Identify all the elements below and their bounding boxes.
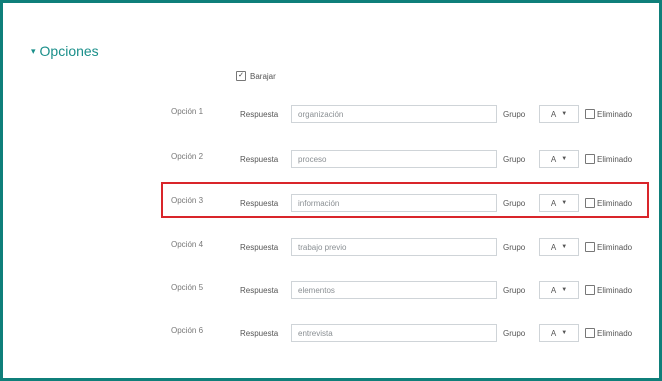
response-input[interactable]: organización [291,105,497,123]
option-label: Opción 1 [171,107,204,116]
deleted-option[interactable]: Eliminado [585,242,632,252]
dropdown-arrow-icon: ▼ [561,287,568,293]
response-input[interactable]: elementos [291,281,497,299]
option-label: Opción 6 [171,326,204,335]
option-label: Opción 5 [171,283,204,292]
option-label: Opción 4 [171,240,204,249]
group-select[interactable]: A ▼ [539,150,579,168]
collapse-caret-icon[interactable]: ▾ [31,46,36,57]
deleted-checkbox[interactable] [585,328,595,338]
deleted-checkbox[interactable] [585,285,595,295]
deleted-checkbox[interactable] [585,154,595,164]
option-row: Opción 5 Respuesta elementos Grupo A ▼ E… [3,277,659,301]
group-label: Grupo [503,243,526,252]
section-header-opciones[interactable]: ▾ Opciones [31,43,99,59]
dropdown-arrow-icon: ▼ [561,244,568,250]
response-label: Respuesta [240,155,279,164]
option-row: Opción 6 Respuesta entrevista Grupo A ▼ … [3,320,659,344]
dropdown-arrow-icon: ▼ [561,111,568,117]
group-value: A [550,328,557,338]
deleted-checkbox[interactable] [585,242,595,252]
deleted-option[interactable]: Eliminado [585,285,632,295]
group-label: Grupo [503,155,526,164]
group-select[interactable]: A ▼ [539,105,579,123]
group-select[interactable]: A ▼ [539,238,579,256]
shuffle-label: Barajar [250,71,276,81]
option-row: Opción 1 Respuesta organización Grupo A … [3,101,659,125]
options-panel: ▾ Opciones ✓ Barajar Opción 1 Respuesta … [0,0,662,381]
response-label: Respuesta [240,243,279,252]
response-input[interactable]: entrevista [291,324,497,342]
option-row: Opción 4 Respuesta trabajo previo Grupo … [3,234,659,258]
response-label: Respuesta [240,329,279,338]
group-select[interactable]: A ▼ [539,324,579,342]
deleted-label: Eliminado [597,285,633,295]
option-row: Opción 2 Respuesta proceso Grupo A ▼ Eli… [3,146,659,170]
group-label: Grupo [503,329,526,338]
section-title: Opciones [39,43,99,59]
deleted-label: Eliminado [597,154,633,164]
group-value: A [550,242,557,252]
response-input[interactable]: trabajo previo [291,238,497,256]
group-value: A [550,154,557,164]
shuffle-option[interactable]: ✓ Barajar [236,71,276,81]
dropdown-arrow-icon: ▼ [561,330,568,336]
response-label: Respuesta [240,286,279,295]
deleted-label: Eliminado [597,109,633,119]
shuffle-checkbox[interactable]: ✓ [236,71,246,81]
response-input[interactable]: proceso [291,150,497,168]
group-label: Grupo [503,286,526,295]
group-value: A [550,285,557,295]
highlight-box [161,182,649,218]
deleted-label: Eliminado [597,242,633,252]
response-label: Respuesta [240,110,279,119]
deleted-option[interactable]: Eliminado [585,328,632,338]
group-label: Grupo [503,110,526,119]
option-label: Opción 2 [171,152,204,161]
deleted-label: Eliminado [597,328,633,338]
dropdown-arrow-icon: ▼ [561,156,568,162]
deleted-checkbox[interactable] [585,109,595,119]
group-select[interactable]: A ▼ [539,281,579,299]
deleted-option[interactable]: Eliminado [585,154,632,164]
deleted-option[interactable]: Eliminado [585,109,632,119]
group-value: A [550,109,557,119]
